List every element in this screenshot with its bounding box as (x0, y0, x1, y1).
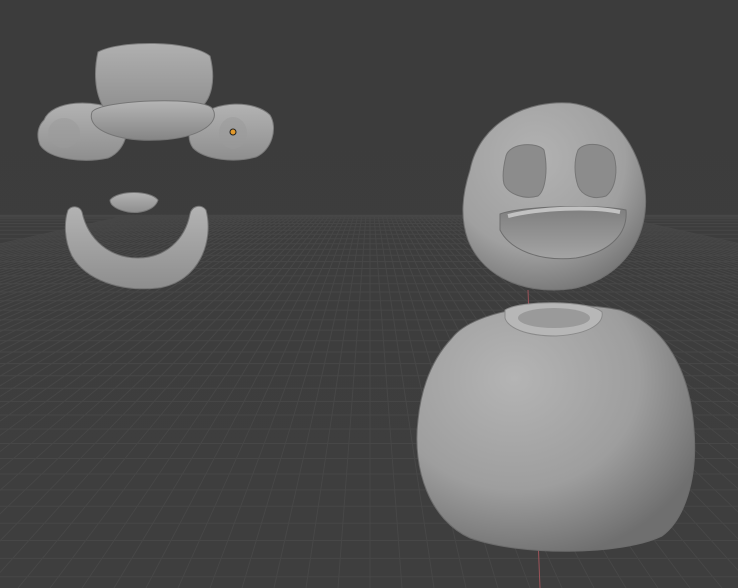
head-mesh[interactable] (462, 102, 647, 291)
neck-hole (518, 308, 590, 328)
left-eye-socket (502, 144, 547, 198)
body-mesh[interactable] (416, 304, 696, 552)
viewport-scene[interactable] (0, 0, 738, 588)
right-eye-socket (574, 143, 617, 199)
3d-viewport[interactable] (0, 0, 738, 588)
nose-mesh[interactable] (109, 192, 159, 213)
object-origin-marker (229, 128, 237, 136)
left-ear-inner (48, 118, 80, 148)
